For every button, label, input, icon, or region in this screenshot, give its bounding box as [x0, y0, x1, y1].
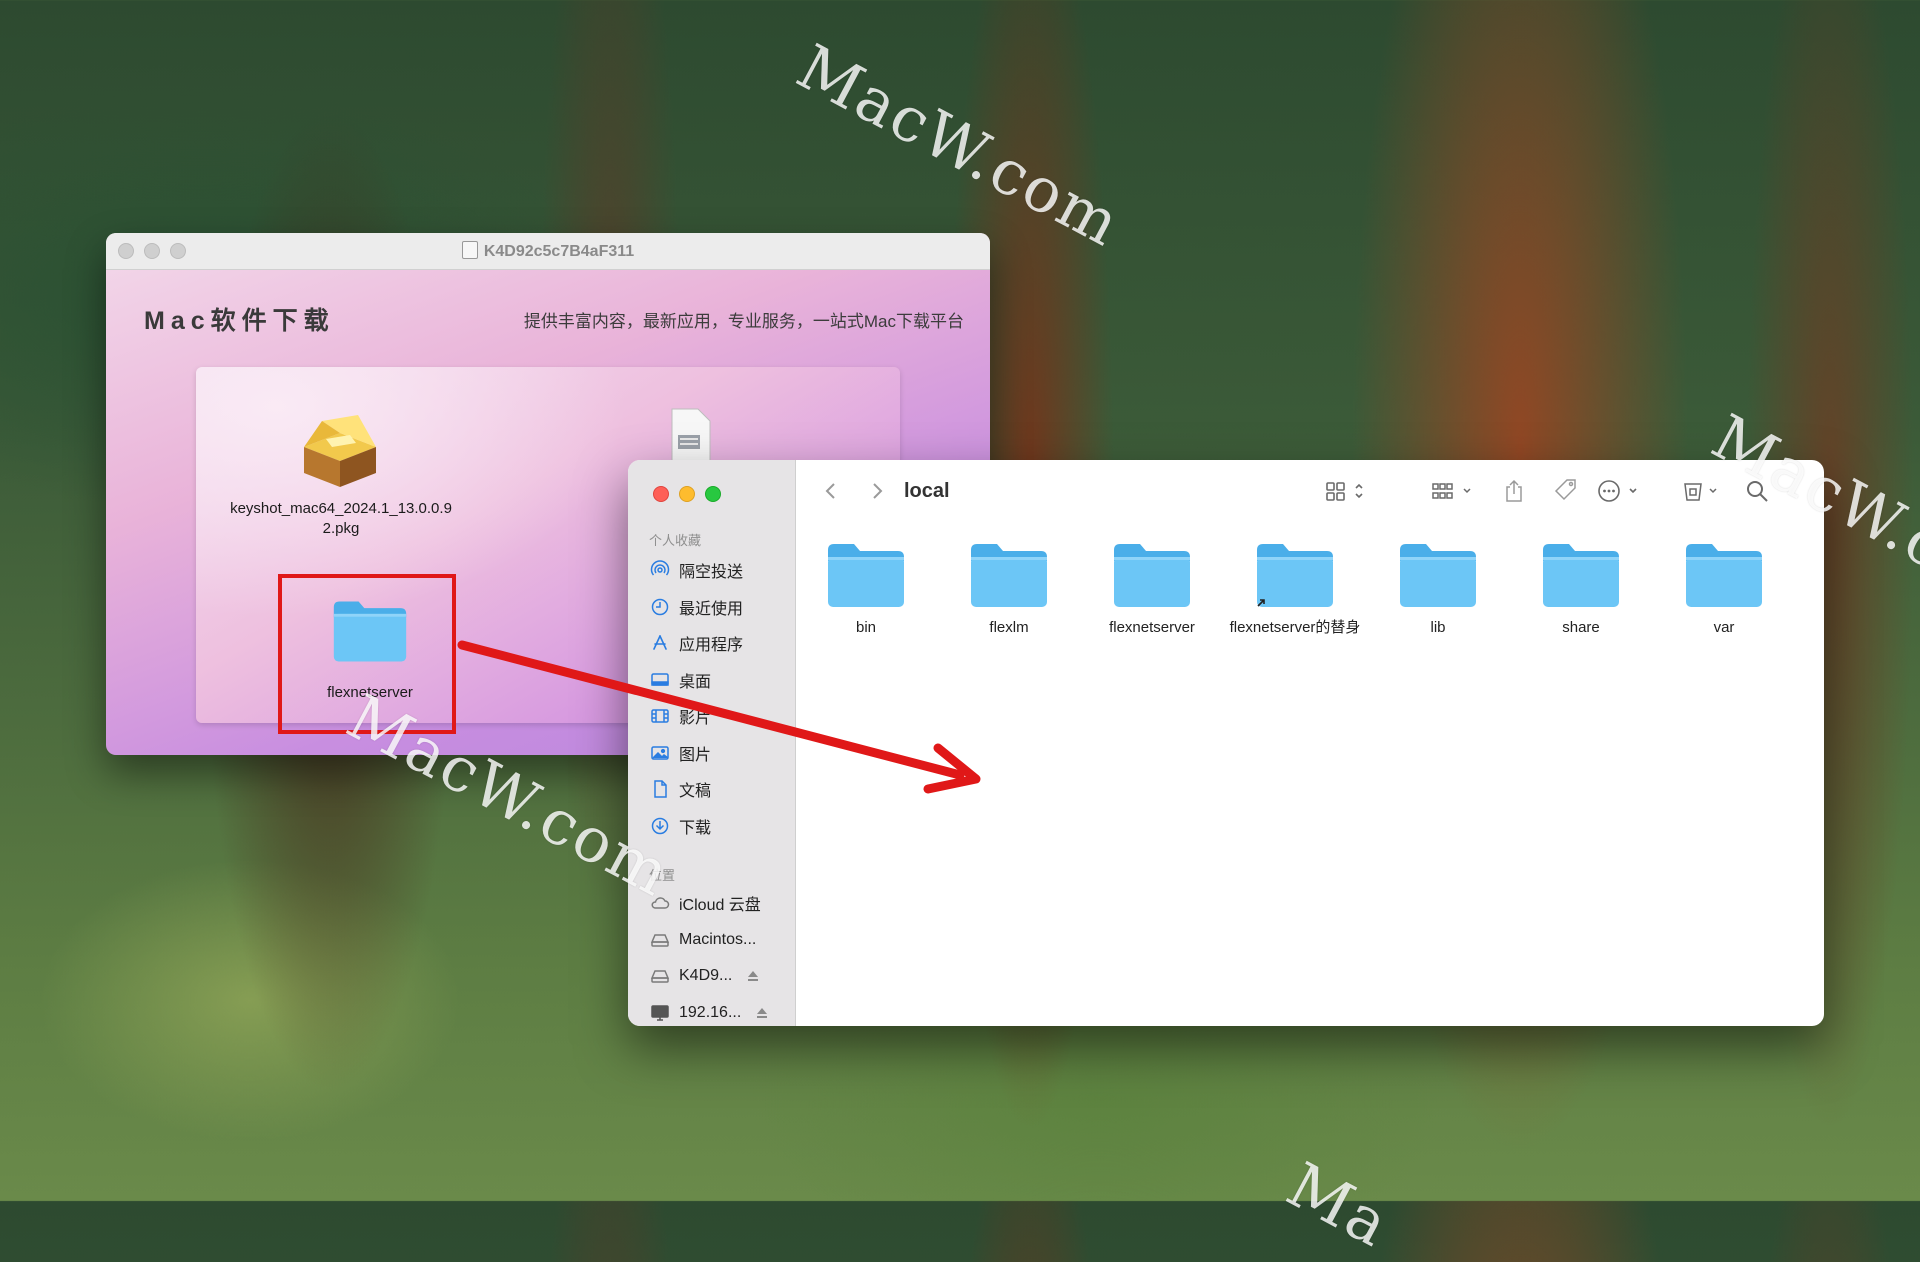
folder-icon [1543, 544, 1619, 607]
document-icon [654, 780, 667, 798]
close-button[interactable] [653, 486, 669, 502]
file-item[interactable]: var [1654, 540, 1794, 638]
file-item[interactable]: flexnetserver的替身 [1225, 540, 1365, 638]
watermark: MacW.com [785, 30, 1134, 261]
folder-title: local [904, 480, 950, 502]
cloud-icon [651, 897, 670, 909]
folder-icon [828, 544, 904, 607]
sidebar: 个人收藏 隔空投送 最近使用 应用程序 桌面 影片 图片 文稿 下载 位置 iC… [628, 460, 796, 1026]
disk-icon [650, 970, 670, 983]
eject-icon[interactable] [755, 1006, 769, 1020]
file-item-label: var [1713, 619, 1735, 636]
disk-icon [461, 241, 478, 259]
view-mode-icon[interactable] [1324, 478, 1370, 504]
sidebar-item-downloads[interactable]: 下载 [650, 813, 790, 839]
sidebar-item-airdrop[interactable]: 隔空投送 [650, 557, 790, 583]
photo-icon [651, 746, 669, 760]
sidebar-section-favorites: 个人收藏 [649, 533, 702, 548]
file-item-label: flexnetserver的替身 [1229, 619, 1361, 636]
package-icon[interactable] [300, 413, 380, 489]
package-label[interactable]: keyshot_mac64_2024.1_13.0.0.92.pkg [230, 499, 452, 539]
forward-icon[interactable] [866, 480, 888, 502]
file-item[interactable]: bin [796, 540, 936, 638]
storage-icon[interactable] [1680, 478, 1722, 504]
folder-icon [1686, 544, 1762, 607]
file-item-label: flexnetserver [1109, 619, 1195, 636]
sidebar-item-recents[interactable]: 最近使用 [650, 594, 790, 620]
sidebar-item-desktop[interactable]: 桌面 [650, 667, 790, 693]
file-item[interactable]: flexlm [939, 540, 1079, 638]
file-item-label: share [1562, 619, 1600, 636]
window-controls [653, 486, 721, 502]
folder-icon [971, 544, 1047, 607]
folder-icon [1114, 544, 1190, 607]
film-icon [651, 709, 669, 723]
folder-icon [1400, 544, 1476, 607]
highlight-box [278, 574, 456, 734]
finder-content: local bin flexlm flexnetserver flexnetse… [796, 460, 1824, 1026]
sidebar-section-locations: 位置 [649, 868, 676, 883]
download-icon [651, 817, 669, 835]
applications-icon [653, 635, 667, 650]
display-icon [651, 1005, 669, 1021]
zoom-button[interactable] [705, 486, 721, 502]
sidebar-item-icloud[interactable]: iCloud 云盘 [650, 890, 790, 916]
disk-icon [650, 934, 670, 947]
finder-toolbar: local [796, 460, 1824, 522]
airdrop-icon [650, 560, 670, 576]
tag-icon[interactable] [1552, 478, 1580, 504]
file-item-label: bin [855, 619, 877, 636]
file-item[interactable]: lib [1368, 540, 1508, 638]
file-item[interactable]: share [1511, 540, 1651, 638]
sidebar-item-network[interactable]: 192.16... [650, 1000, 790, 1026]
minimize-button[interactable] [679, 486, 695, 502]
watermark: Ma [1275, 1148, 1403, 1262]
share-icon[interactable] [1502, 478, 1526, 504]
tagline: 提供丰富内容，最新应用，专业服务，一站式Mac下载平台 [523, 312, 964, 331]
sidebar-item-documents[interactable]: 文稿 [650, 776, 790, 802]
sidebar-item-applications[interactable]: 应用程序 [650, 630, 790, 656]
finder-window: 个人收藏 隔空投送 最近使用 应用程序 桌面 影片 图片 文稿 下载 位置 iC… [628, 460, 1824, 1026]
window-title: K4D92c5c7B4aF311 [106, 241, 990, 261]
back-icon[interactable] [820, 480, 842, 502]
search-icon[interactable] [1744, 478, 1770, 504]
sidebar-item-macintosh-hd[interactable]: Macintos... [650, 927, 790, 953]
eject-icon[interactable] [746, 969, 760, 983]
group-icon[interactable] [1430, 478, 1480, 504]
desktop-icon [651, 673, 669, 686]
more-actions-icon[interactable] [1596, 478, 1644, 504]
dmg-titlebar[interactable]: K4D92c5c7B4aF311 [106, 233, 990, 270]
sidebar-item-pictures[interactable]: 图片 [650, 740, 790, 766]
file-item-label: lib [1430, 619, 1446, 636]
document-icon[interactable] [658, 407, 720, 467]
sidebar-item-dmg-volume[interactable]: K4D9... [650, 963, 790, 989]
sidebar-item-movies[interactable]: 影片 [650, 703, 790, 729]
clock-icon [651, 598, 669, 616]
file-item[interactable]: flexnetserver [1082, 540, 1222, 638]
alias-folder-icon [1257, 544, 1333, 607]
file-item-label: flexlm [989, 619, 1029, 636]
brand-title: Mac软件下载 [144, 307, 335, 335]
